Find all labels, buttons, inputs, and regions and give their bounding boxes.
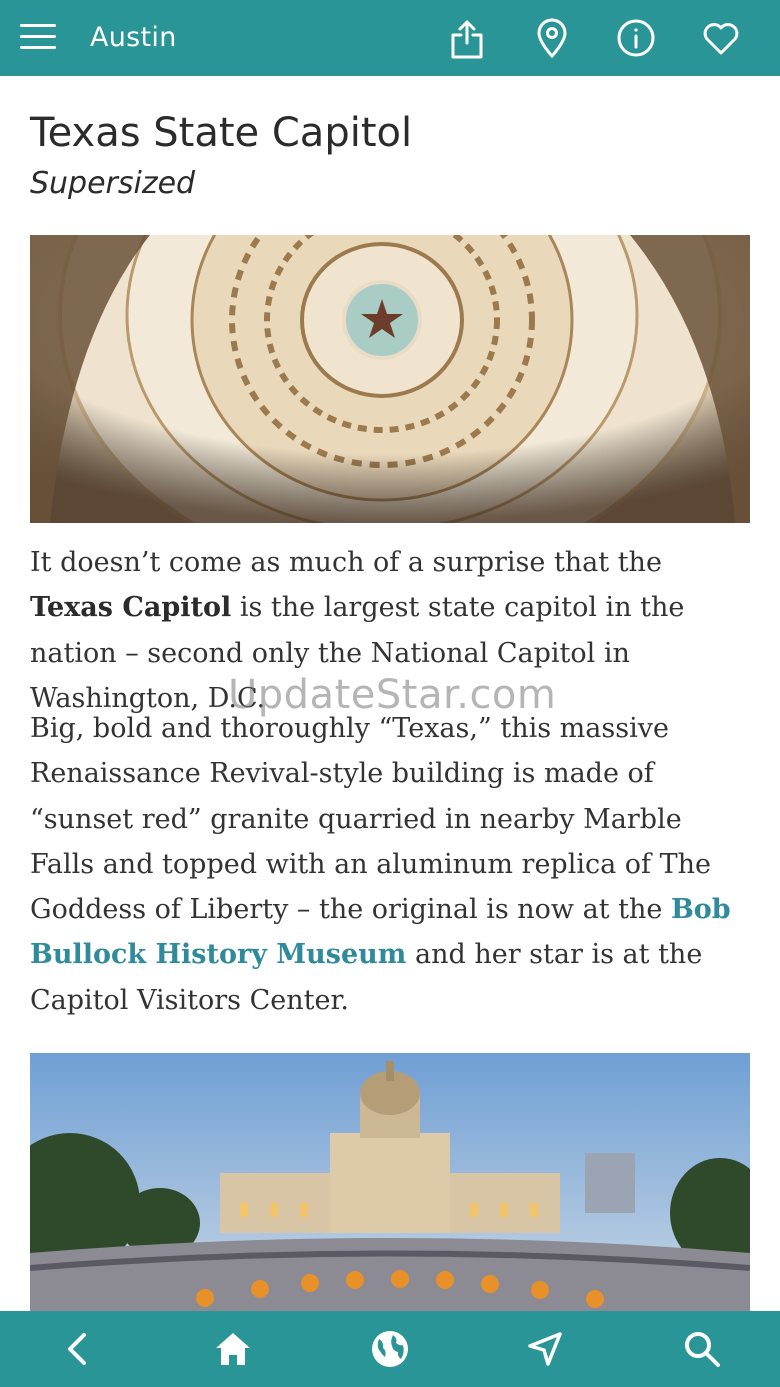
watermark-text: UpdateStar.com	[228, 672, 557, 718]
article-content: Texas State Capitol Supersized It doesn’…	[30, 76, 750, 1311]
globe-icon[interactable]	[370, 1329, 410, 1369]
article-title: Texas State Capitol	[30, 110, 413, 156]
back-icon[interactable]	[58, 1329, 98, 1369]
share-icon[interactable]	[445, 16, 489, 60]
bold-text-texas-capitol: Texas Capitol	[30, 592, 232, 624]
paragraph-text: It doesn’t come as much of a surprise th…	[30, 547, 662, 578]
article-subtitle: Supersized	[30, 166, 196, 201]
home-icon[interactable]	[213, 1329, 253, 1369]
heart-icon[interactable]	[699, 16, 743, 60]
capitol-building-image	[30, 1053, 750, 1311]
search-icon[interactable]	[682, 1329, 722, 1369]
location-pin-icon[interactable]	[530, 16, 574, 60]
app-bar-title: Austin	[90, 22, 177, 53]
bottom-navigation-bar	[0, 1311, 780, 1387]
info-icon[interactable]	[614, 16, 658, 60]
paragraph-text: Big, bold and thoroughly “Texas,” this m…	[30, 713, 711, 926]
article-paragraph-2: Big, bold and thoroughly “Texas,” this m…	[30, 706, 752, 1023]
navigation-icon[interactable]	[525, 1329, 565, 1369]
top-app-bar: Austin	[0, 0, 780, 76]
menu-icon[interactable]	[20, 24, 56, 52]
capitol-dome-image	[30, 235, 750, 523]
